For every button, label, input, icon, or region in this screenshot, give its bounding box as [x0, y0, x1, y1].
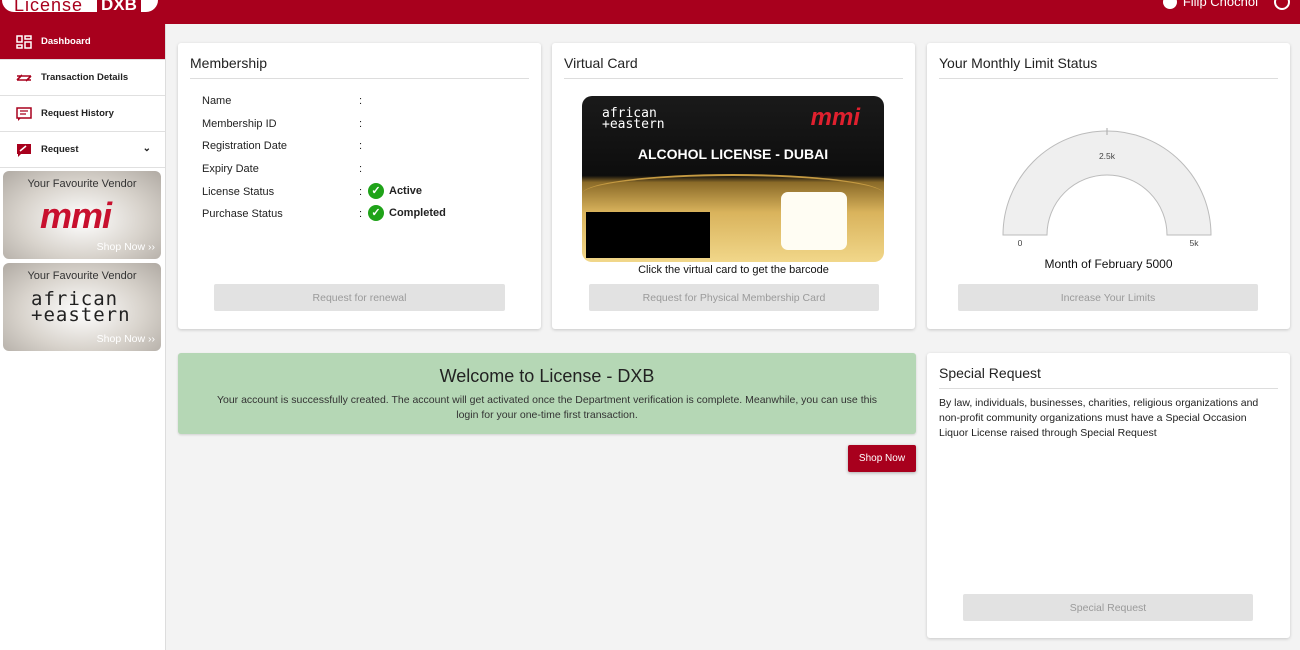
virtual-card-caption: Click the virtual card to get the barcod… [638, 264, 829, 276]
divider [939, 388, 1278, 389]
sidebar-item-label: Transaction Details [41, 72, 129, 83]
welcome-banner: Welcome to License - DXB Your account is… [178, 353, 916, 434]
shop-now-link[interactable]: Shop Now ›› [97, 241, 155, 253]
detail-colon: : [359, 208, 363, 221]
logo-badge: DXB [97, 0, 141, 15]
vendor-title: Your Favourite Vendor [27, 178, 137, 190]
message-list-icon [16, 106, 32, 121]
redacted-area [586, 212, 710, 258]
user-avatar-icon [1162, 0, 1177, 9]
request-edit-icon [17, 143, 31, 157]
divider [564, 78, 903, 79]
vendor-banner-african-eastern[interactable]: Your Favourite Vendor african +eastern S… [3, 263, 161, 351]
status-value: Completed [389, 207, 446, 220]
membership-card: Membership Name : Membership ID : Regist… [178, 43, 541, 329]
request-physical-card-button[interactable]: Request for Physical Membership Card [589, 284, 879, 311]
card-decoration [582, 174, 884, 194]
status-value: Active [389, 184, 423, 197]
card-title: Membership [190, 55, 268, 71]
increase-limits-button[interactable]: Increase Your Limits [958, 284, 1258, 311]
vendor-banner-mmi[interactable]: Your Favourite Vendor mmi Shop Now ›› [3, 171, 161, 259]
virtual-card-panel: Virtual Card african +eastern mmi ALCOHO… [552, 43, 915, 329]
special-request-button[interactable]: Special Request [963, 594, 1253, 621]
card-title: Your Monthly Limit Status [939, 55, 1098, 71]
special-request-description: By law, individuals, businesses, chariti… [939, 397, 1259, 439]
sidebar-item-label: Request History [41, 108, 114, 119]
welcome-title: Welcome to License - DXB [439, 366, 655, 386]
african-eastern-logo: african +eastern [31, 290, 131, 326]
mmi-logo: mmi [810, 104, 860, 131]
detail-label: Registration Date [202, 140, 287, 153]
shop-now-link[interactable]: Shop Now ›› [97, 333, 155, 345]
photo-placeholder [781, 192, 847, 250]
user-name: Filip Chochol [1182, 0, 1258, 9]
sidebar-item-request[interactable]: Request ⌄ [0, 132, 165, 168]
check-circle-icon: ✓ [368, 182, 384, 199]
monthly-limit-card: Your Monthly Limit Status 2.5k 0 5k Mont… [927, 43, 1290, 329]
logo-line: +eastern [602, 117, 665, 132]
gauge-min-label: 0 [1018, 238, 1023, 248]
gauge-caption: Month of February 5000 [1044, 257, 1173, 271]
check-circle-icon: ✓ [368, 205, 384, 222]
card-title: Special Request [939, 365, 1041, 381]
chevron-down-icon: ⌄ [142, 143, 151, 154]
request-renewal-button[interactable]: Request for renewal [214, 284, 505, 311]
detail-colon: : [359, 185, 363, 198]
mmi-logo: mmi [40, 195, 112, 236]
limit-gauge: 2.5k 0 5k [1002, 128, 1212, 248]
detail-colon: : [359, 140, 363, 153]
sidebar-item-dashboard[interactable]: Dashboard [0, 24, 165, 60]
license-status: ✓ Active [368, 182, 423, 199]
detail-colon: : [359, 95, 363, 107]
shop-now-button[interactable]: Shop Now [848, 445, 916, 472]
logout-icon[interactable] [1274, 0, 1290, 10]
user-menu[interactable]: Filip Chochol [1162, 0, 1258, 9]
detail-label: Expiry Date [202, 163, 259, 176]
african-eastern-logo: african +eastern [602, 107, 665, 132]
sidebar: Dashboard Transaction Details Request Hi… [0, 24, 166, 650]
detail-label: Membership ID [202, 117, 277, 130]
detail-label: Name [202, 95, 232, 107]
detail-colon: : [359, 117, 363, 130]
sidebar-item-label: Dashboard [41, 36, 91, 47]
sidebar-item-transaction-details[interactable]: Transaction Details [0, 60, 165, 96]
top-bar: License DXB Filip Chochol [0, 0, 1300, 24]
card-title: Virtual Card [564, 55, 638, 71]
detail-colon: : [359, 163, 363, 176]
welcome-message: Your account is successfully created. Th… [216, 394, 878, 421]
transfer-arrows-icon [16, 73, 32, 82]
sidebar-item-request-history[interactable]: Request History [0, 96, 165, 132]
virtual-card-image[interactable]: african +eastern mmi ALCOHOL LICENSE - D… [582, 96, 884, 262]
app-logo[interactable]: License DXB [0, 0, 160, 15]
purchase-status: ✓ Completed [368, 205, 446, 222]
dashboard-icon [16, 34, 32, 49]
vendor-title: Your Favourite Vendor [27, 270, 137, 282]
gauge-mid-label: 2.5k [1099, 151, 1116, 161]
logo-text: License [14, 0, 84, 15]
detail-label: Purchase Status [202, 208, 283, 221]
logo-line: +eastern [31, 304, 131, 326]
detail-label: License Status [202, 185, 275, 198]
sidebar-item-label: Request [41, 144, 79, 155]
special-request-card: Special Request By law, individuals, bus… [927, 353, 1290, 638]
divider [190, 78, 529, 79]
gauge-max-label: 5k [1190, 238, 1200, 248]
card-heading: ALCOHOL LICENSE - DUBAI [637, 146, 829, 162]
divider [939, 78, 1278, 79]
gauge-track [1002, 130, 1212, 236]
